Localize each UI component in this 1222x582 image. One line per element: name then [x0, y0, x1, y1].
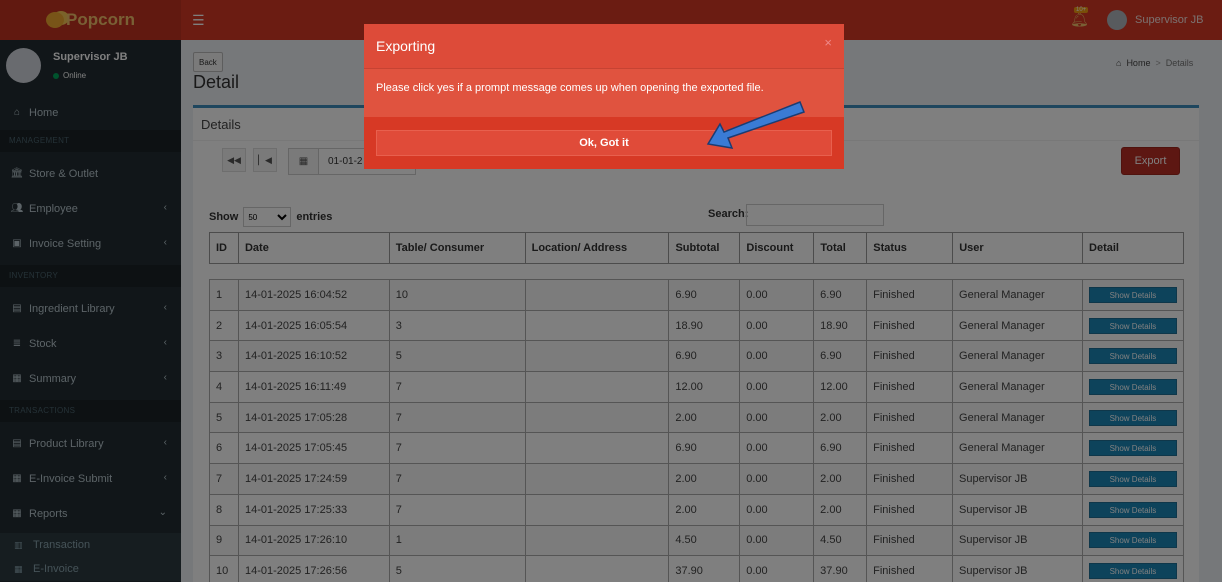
modal-title: Exporting [376, 38, 436, 54]
modal-header: Exporting × [364, 24, 844, 69]
pointer-arrow-icon [706, 101, 805, 149]
close-icon[interactable]: × [824, 35, 832, 50]
